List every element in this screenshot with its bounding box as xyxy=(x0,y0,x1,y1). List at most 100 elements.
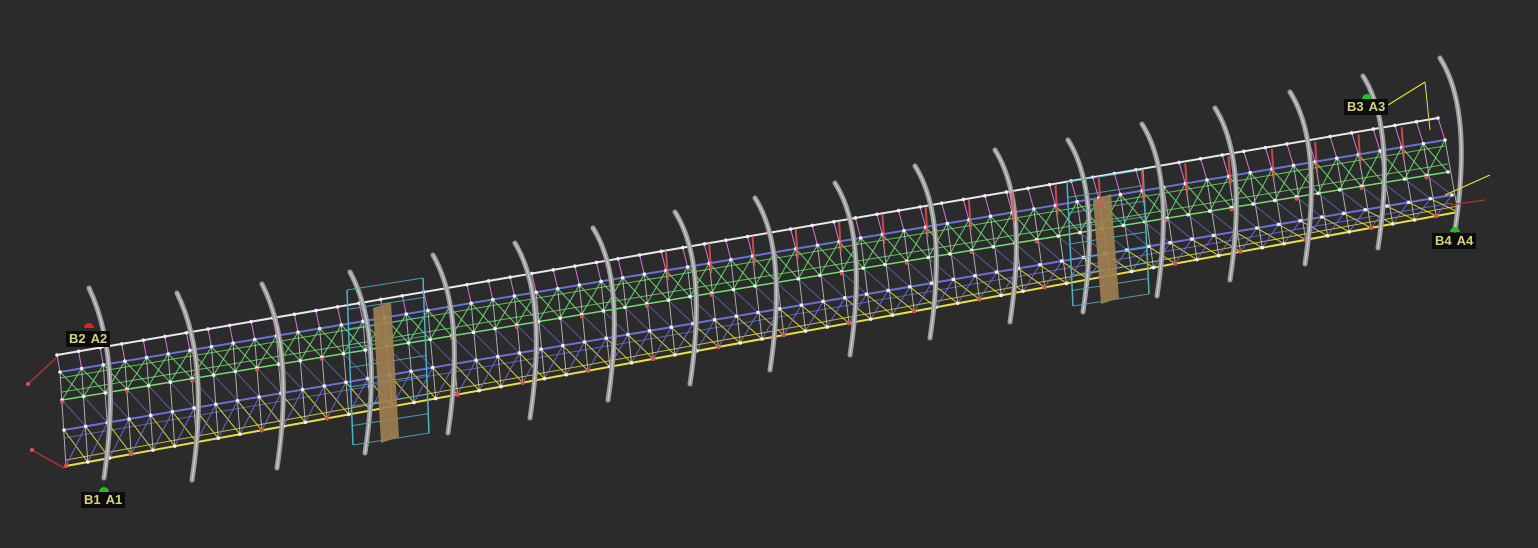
bearing-node xyxy=(324,416,330,421)
node-point xyxy=(983,193,987,198)
support-label-b: B1 xyxy=(84,492,101,507)
support-label-b2-a2[interactable]: B2 A2 xyxy=(66,331,111,347)
node-marker xyxy=(255,368,259,372)
top-hanger xyxy=(574,266,580,286)
node-point xyxy=(601,309,606,313)
node-point xyxy=(629,361,634,365)
node-point xyxy=(1032,207,1036,211)
node-point xyxy=(344,380,348,385)
node-point xyxy=(486,279,491,283)
deck-vertical xyxy=(427,310,437,399)
support-label-a: A3 xyxy=(1368,99,1386,114)
node-point xyxy=(400,293,405,298)
mid-diagonal xyxy=(321,356,347,383)
bearing-node xyxy=(977,297,982,302)
secondary-chord-2 xyxy=(63,202,1453,439)
top-hanger xyxy=(207,328,212,347)
node-point xyxy=(1428,196,1433,201)
mid-diagonal xyxy=(559,317,585,343)
node-point xyxy=(433,396,438,401)
lower-diagonal xyxy=(805,301,824,332)
lower-diagonal xyxy=(65,426,87,467)
lower-diagonal xyxy=(935,279,954,308)
node-point xyxy=(724,238,728,243)
support-label-b4-a4[interactable]: B4 A4 xyxy=(1432,233,1477,249)
node-point xyxy=(1151,265,1156,270)
deck-vertical xyxy=(124,361,132,455)
top-hanger xyxy=(1437,117,1446,141)
node-point xyxy=(929,281,934,285)
node-point xyxy=(103,391,108,395)
end-cable-right xyxy=(1424,81,1431,131)
deck-diagonal xyxy=(646,270,667,305)
deck-vertical xyxy=(513,295,524,383)
deck-diagonal xyxy=(429,306,450,340)
lower-diagonal xyxy=(892,286,911,316)
deck-vertical xyxy=(59,371,67,467)
deck-diagonal xyxy=(126,357,147,390)
node-point xyxy=(539,347,543,352)
top-hanger xyxy=(1264,147,1273,170)
node-point xyxy=(702,242,707,246)
lower-diagonal xyxy=(979,271,997,300)
top-hanger xyxy=(1113,173,1121,195)
bearing-node xyxy=(1042,285,1047,290)
support-label-a: A2 xyxy=(90,331,108,346)
node-point xyxy=(428,337,432,342)
node-point xyxy=(378,297,383,302)
node-marker xyxy=(190,378,194,383)
deck-diagonal xyxy=(949,219,970,255)
top-hanger xyxy=(1027,188,1035,210)
lower-diagonal xyxy=(1044,260,1063,288)
top-hanger xyxy=(121,343,126,362)
top-hanger xyxy=(1372,128,1381,152)
model-viewport[interactable]: B2 A2 B1 A1 B3 A3 B4 A4 xyxy=(0,0,1538,548)
deck-vertical xyxy=(1054,205,1067,284)
deck-diagonal xyxy=(169,349,191,383)
deck-vertical xyxy=(881,234,893,316)
top-hanger xyxy=(401,295,407,315)
lower-diagonal xyxy=(326,382,347,419)
top-hanger xyxy=(1200,158,1208,181)
mid-diagonal xyxy=(473,331,499,357)
mid-diagonal xyxy=(581,314,607,339)
bearing-node xyxy=(259,428,264,433)
top-hanger xyxy=(250,321,256,340)
node-point xyxy=(227,323,232,328)
node-point xyxy=(1186,212,1190,217)
node-point xyxy=(339,323,344,327)
mid-diagonal xyxy=(494,328,520,354)
deck-diagonal xyxy=(83,364,104,397)
node-point xyxy=(76,349,81,354)
node-point xyxy=(292,312,297,317)
bearing-node xyxy=(912,309,917,314)
node-point xyxy=(875,212,879,217)
top-hanger xyxy=(898,210,905,231)
node-point xyxy=(127,417,131,421)
deck-vertical xyxy=(600,281,611,367)
node-point xyxy=(1402,177,1407,181)
node-point xyxy=(868,317,873,321)
top-hanger xyxy=(595,262,602,282)
node-point xyxy=(688,294,692,299)
node-point xyxy=(508,275,512,280)
truss-bridge-model[interactable] xyxy=(0,0,1538,548)
top-hanger xyxy=(293,314,299,333)
node-point xyxy=(1446,170,1450,174)
node-point xyxy=(412,400,416,405)
node-point xyxy=(300,387,305,392)
support-label-b3-a3[interactable]: B3 A3 xyxy=(1344,99,1389,115)
node-point xyxy=(206,327,210,331)
node-marker xyxy=(644,304,649,308)
support-label-b1-a1[interactable]: B1 A1 xyxy=(81,492,126,508)
deck-vertical xyxy=(1033,208,1046,288)
node-point xyxy=(1385,204,1389,208)
top-hanger xyxy=(876,214,883,235)
lower-diagonal xyxy=(913,282,932,312)
node-point xyxy=(939,201,944,205)
node-point xyxy=(214,402,218,407)
lower-diagonal xyxy=(283,389,304,427)
node-point xyxy=(883,262,887,267)
node-point xyxy=(151,448,155,452)
lower-diagonal xyxy=(870,290,889,320)
